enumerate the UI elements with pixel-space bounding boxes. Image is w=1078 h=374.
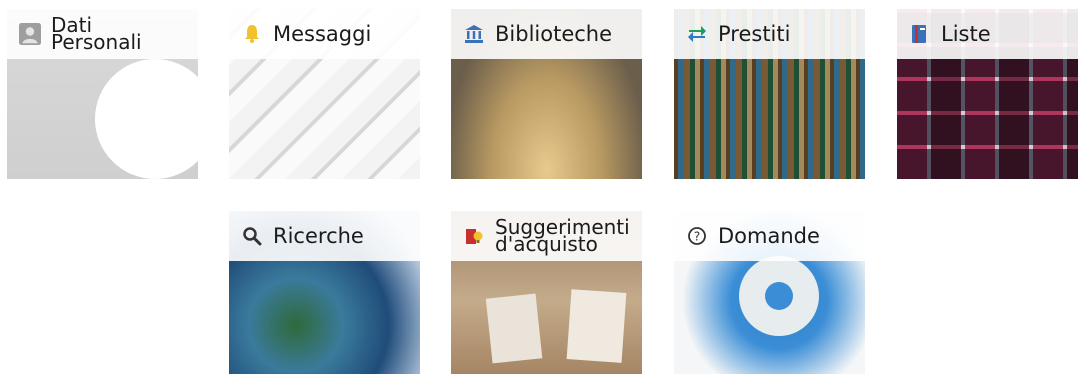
tile-label: Ricerche <box>273 223 364 248</box>
tile-header: Biblioteche <box>451 9 642 59</box>
tile-liste[interactable]: Liste <box>897 9 1078 179</box>
library-building-icon <box>463 23 485 45</box>
tile-header: Messaggi <box>229 9 420 59</box>
list-book-icon <box>909 23 931 45</box>
tile-header: Suggerimenti d'acquisto <box>451 211 642 261</box>
tile-header: Prestiti <box>674 9 865 59</box>
tile-label: Prestiti <box>718 21 791 46</box>
tile-label: Biblioteche <box>495 21 613 46</box>
tile-messaggi[interactable]: Messaggi <box>229 9 420 179</box>
swap-arrows-icon <box>686 23 708 45</box>
tile-dati-personali[interactable]: Dati Personali <box>7 9 198 179</box>
tile-header: Ricerche <box>229 211 420 261</box>
tile-header: Dati Personali <box>7 9 198 59</box>
svg-text:?: ? <box>694 230 700 244</box>
suggestion-bulb-icon <box>463 225 485 247</box>
tile-label: Suggerimenti d'acquisto <box>495 215 630 256</box>
tile-label: Dati Personali <box>51 13 142 54</box>
tile-label: Domande <box>718 223 820 248</box>
bell-icon <box>241 23 263 45</box>
question-circle-icon: ? <box>686 225 708 247</box>
tile-label: Liste <box>941 21 991 46</box>
tile-domande[interactable]: ? Domande <box>674 211 865 374</box>
tile-prestiti[interactable]: Prestiti <box>674 9 865 179</box>
tile-biblioteche[interactable]: Biblioteche <box>451 9 642 179</box>
user-avatar-icon <box>19 23 41 45</box>
tile-header: Liste <box>897 9 1078 59</box>
tile-suggerimenti[interactable]: Suggerimenti d'acquisto <box>451 211 642 374</box>
tile-label: Messaggi <box>273 21 372 46</box>
search-icon <box>241 225 263 247</box>
tile-ricerche[interactable]: Ricerche <box>229 211 420 374</box>
tile-header: ? Domande <box>674 211 865 261</box>
